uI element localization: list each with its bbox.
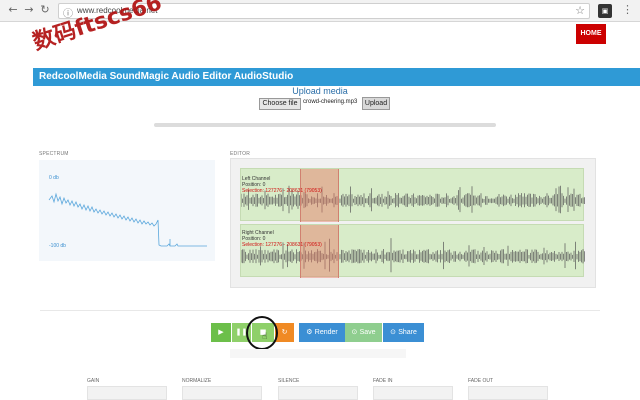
- fade-in-card[interactable]: [373, 386, 453, 400]
- reload-icon[interactable]: ↻: [38, 3, 52, 17]
- normalize-card[interactable]: [182, 386, 262, 400]
- choose-file-button[interactable]: Choose file: [259, 98, 301, 110]
- spectrum-label: SPECTRUM: [39, 151, 69, 157]
- share-icon: ⊙: [390, 328, 396, 336]
- fade-in-label: FADE IN: [373, 378, 393, 384]
- share-button[interactable]: ⊙ Share: [383, 323, 424, 342]
- editor-label: EDITOR: [230, 151, 250, 157]
- loop-icon: ↻: [281, 328, 288, 336]
- right-channel-track[interactable]: Right Channel Position: 0 Selection: 127…: [240, 224, 585, 278]
- save-button[interactable]: ⊙ Save: [345, 323, 382, 342]
- save-label: Save: [359, 329, 376, 336]
- page: ← → ↻ ⓘ www.redcoolmedia.net ☆ ▣ ⋮ HOME …: [0, 0, 640, 400]
- left-channel-waveform: [241, 185, 585, 214]
- upload-progress-bar: [154, 123, 496, 127]
- share-label: Share: [398, 329, 417, 336]
- save-icon: ⊙: [351, 328, 358, 336]
- render-button[interactable]: ⚙ Render: [299, 323, 345, 342]
- browser-menu-icon[interactable]: ⋮: [622, 3, 633, 16]
- forward-arrow-icon[interactable]: →: [22, 3, 36, 17]
- upload-heading: Upload media: [292, 86, 348, 96]
- app-title-bar: RedcoolMedia SoundMagic Audio Editor Aud…: [33, 68, 640, 86]
- app-title: RedcoolMedia SoundMagic Audio Editor Aud…: [39, 71, 294, 82]
- hand-cursor-icon: ☝: [262, 332, 268, 342]
- silence-card[interactable]: [278, 386, 358, 400]
- selected-file-name: crowd-cheering.mp3: [303, 99, 358, 105]
- render-label: Render: [314, 329, 338, 336]
- status-bar: [230, 349, 406, 358]
- silence-label: SILENCE: [278, 378, 300, 384]
- fade-out-label: FADE OUT: [468, 378, 494, 384]
- normalize-label: NORMALIZE: [182, 378, 212, 384]
- extension-icon[interactable]: ▣: [598, 4, 612, 18]
- bookmark-star-icon[interactable]: ☆: [575, 4, 585, 17]
- play-icon: ▶: [218, 328, 224, 336]
- home-button[interactable]: HOME: [576, 24, 606, 44]
- fade-out-card[interactable]: [468, 386, 548, 400]
- right-channel-selection: Selection: 127276 - 208631 (79053): [242, 242, 322, 248]
- right-channel-waveform: [241, 238, 585, 273]
- editor-panel: Left Channel Position: 0 Selection: 1272…: [230, 158, 596, 288]
- left-selection-region[interactable]: [300, 169, 339, 222]
- play-button[interactable]: ▶: [211, 323, 231, 342]
- section-divider: [40, 310, 600, 311]
- back-arrow-icon[interactable]: ←: [6, 3, 20, 17]
- spectrum-graph: [48, 192, 207, 247]
- left-channel-selection: Selection: 127276 - 208631 (79053): [242, 188, 322, 194]
- left-channel-track[interactable]: Left Channel Position: 0 Selection: 1272…: [240, 168, 585, 222]
- render-icon: ⚙: [306, 328, 313, 336]
- spectrum-panel: 0 db -100 db: [39, 160, 215, 261]
- gain-card[interactable]: [87, 386, 167, 400]
- upload-button[interactable]: Upload: [362, 97, 390, 110]
- gain-label: GAIN: [87, 378, 100, 384]
- right-selection-region[interactable]: [300, 225, 339, 278]
